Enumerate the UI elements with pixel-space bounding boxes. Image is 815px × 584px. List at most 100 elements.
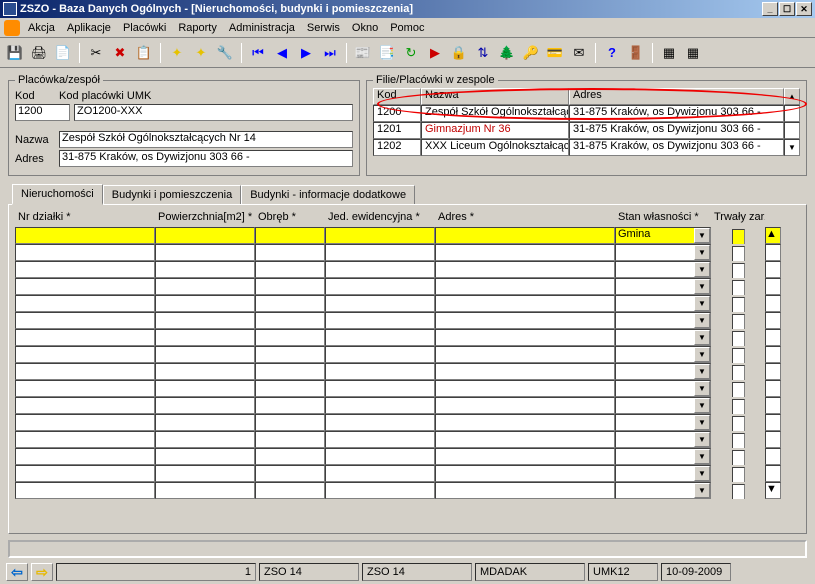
cell-stan[interactable]: ▼ xyxy=(615,465,711,482)
tb-delete-icon[interactable]: ✖ xyxy=(109,42,131,64)
grid-scroll-track[interactable] xyxy=(765,380,781,397)
cell-adres[interactable] xyxy=(435,278,615,295)
cell-powierzchnia[interactable] xyxy=(155,295,255,312)
grid-scroll-track[interactable] xyxy=(765,329,781,346)
cell-adres[interactable] xyxy=(435,397,615,414)
checkbox[interactable] xyxy=(732,246,745,261)
cell-jed-ewid[interactable] xyxy=(325,380,435,397)
cell-jed-ewid[interactable] xyxy=(325,261,435,278)
cell-obreb[interactable] xyxy=(255,397,325,414)
tb-first-icon[interactable]: ⏮ xyxy=(247,42,269,64)
nav-prev-icon[interactable]: ⇦ xyxy=(6,563,28,581)
checkbox[interactable] xyxy=(732,433,745,448)
grid-scroll-track[interactable] xyxy=(765,312,781,329)
cell-jed-ewid[interactable] xyxy=(325,227,435,244)
tb-prev-icon[interactable]: ◀ xyxy=(271,42,293,64)
tb-doc1-icon[interactable]: 📰 xyxy=(352,42,374,64)
cell-stan[interactable]: ▼ xyxy=(615,482,711,499)
menu-administracja[interactable]: Administracja xyxy=(229,22,295,34)
dropdown-icon[interactable]: ▼ xyxy=(694,245,710,260)
grid-scroll-track[interactable]: ▼ xyxy=(765,482,781,499)
checkbox[interactable] xyxy=(732,467,745,482)
checkbox[interactable] xyxy=(732,331,745,346)
dropdown-icon[interactable]: ▼ xyxy=(694,228,710,243)
cell-adres[interactable] xyxy=(435,244,615,261)
cell-nr-dzialki[interactable] xyxy=(15,482,155,499)
grid-row[interactable]: ▼ xyxy=(15,380,800,397)
cell-nr-dzialki[interactable] xyxy=(15,295,155,312)
tb-refresh-icon[interactable]: ↻ xyxy=(400,42,422,64)
filie-row[interactable]: 1200 Zespół Szkół Ogólnokształcąc 31-875… xyxy=(373,105,800,122)
cell-jed-ewid[interactable] xyxy=(325,278,435,295)
cell-jed-ewid[interactable] xyxy=(325,346,435,363)
cell-nr-dzialki[interactable] xyxy=(15,244,155,261)
tb-help-icon[interactable]: ? xyxy=(601,42,623,64)
cell-jed-ewid[interactable] xyxy=(325,329,435,346)
dropdown-icon[interactable]: ▼ xyxy=(694,262,710,277)
cell-nr-dzialki[interactable] xyxy=(15,278,155,295)
cell-powierzchnia[interactable] xyxy=(155,380,255,397)
cell-trwaly[interactable] xyxy=(711,227,765,244)
cell-obreb[interactable] xyxy=(255,329,325,346)
tb-grid1-icon[interactable]: ▦ xyxy=(658,42,680,64)
menu-raporty[interactable]: Raporty xyxy=(178,22,217,34)
cell-stan[interactable]: ▼ xyxy=(615,346,711,363)
cell-jed-ewid[interactable] xyxy=(325,295,435,312)
gh-adres[interactable]: Adres * xyxy=(435,211,615,227)
grid-row[interactable]: ▼ xyxy=(15,363,800,380)
tb-spark2-icon[interactable]: ✦ xyxy=(190,42,212,64)
menu-okno[interactable]: Okno xyxy=(352,22,378,34)
tb-grid2-icon[interactable]: ▦ xyxy=(682,42,704,64)
grid-scroll-track[interactable] xyxy=(765,261,781,278)
grid-row[interactable]: ▼ xyxy=(15,295,800,312)
dropdown-icon[interactable]: ▼ xyxy=(694,364,710,379)
cell-obreb[interactable] xyxy=(255,295,325,312)
menu-aplikacje[interactable]: Aplikacje xyxy=(67,22,111,34)
cell-powierzchnia[interactable] xyxy=(155,414,255,431)
cell-nr-dzialki[interactable] xyxy=(15,363,155,380)
cell-adres[interactable] xyxy=(435,295,615,312)
checkbox[interactable] xyxy=(732,263,745,278)
cell-nr-dzialki[interactable] xyxy=(15,312,155,329)
tab-nieruchomosci[interactable]: Nieruchomości xyxy=(12,184,103,205)
cell-stan[interactable]: ▼ xyxy=(615,244,711,261)
cell-trwaly[interactable] xyxy=(711,363,765,380)
cell-stan[interactable]: ▼ xyxy=(615,312,711,329)
checkbox[interactable] xyxy=(732,416,745,431)
grid-row[interactable]: ▼ xyxy=(15,261,800,278)
dropdown-icon[interactable]: ▼ xyxy=(694,466,710,481)
cell-nr-dzialki[interactable] xyxy=(15,431,155,448)
tb-last-icon[interactable]: ⏭ xyxy=(319,42,341,64)
cell-obreb[interactable] xyxy=(255,278,325,295)
cell-nr-dzialki[interactable] xyxy=(15,227,155,244)
dropdown-icon[interactable]: ▼ xyxy=(694,398,710,413)
cell-stan[interactable]: ▼ xyxy=(615,261,711,278)
cell-trwaly[interactable] xyxy=(711,312,765,329)
cell-trwaly[interactable] xyxy=(711,261,765,278)
cell-powierzchnia[interactable] xyxy=(155,346,255,363)
grid-scroll-track[interactable] xyxy=(765,363,781,380)
cell-trwaly[interactable] xyxy=(711,329,765,346)
cell-obreb[interactable] xyxy=(255,414,325,431)
cell-powierzchnia[interactable] xyxy=(155,431,255,448)
dropdown-icon[interactable]: ▼ xyxy=(694,483,710,498)
tb-print-icon[interactable]: 🖨 xyxy=(28,42,50,64)
grid-row[interactable]: ▼ xyxy=(15,278,800,295)
tb-mail-icon[interactable]: ✉ xyxy=(568,42,590,64)
cell-trwaly[interactable] xyxy=(711,346,765,363)
cell-jed-ewid[interactable] xyxy=(325,448,435,465)
cell-nr-dzialki[interactable] xyxy=(15,465,155,482)
checkbox[interactable] xyxy=(732,348,745,363)
cell-obreb[interactable] xyxy=(255,346,325,363)
cell-obreb[interactable] xyxy=(255,448,325,465)
cell-adres[interactable] xyxy=(435,448,615,465)
tb-save-icon[interactable]: 💾 xyxy=(4,42,26,64)
minimize-button[interactable]: _ xyxy=(762,2,778,16)
grid-scroll-track[interactable] xyxy=(765,431,781,448)
grid-row[interactable]: ▼ xyxy=(15,244,800,261)
nazwa-field[interactable]: Zespół Szkół Ogólnokształcących Nr 14 xyxy=(59,131,353,148)
cell-adres[interactable] xyxy=(435,414,615,431)
filie-scroll-up-icon[interactable]: ▲ xyxy=(784,88,800,105)
kod-field[interactable]: 1200 xyxy=(15,104,70,121)
grid-scroll-track[interactable] xyxy=(765,278,781,295)
